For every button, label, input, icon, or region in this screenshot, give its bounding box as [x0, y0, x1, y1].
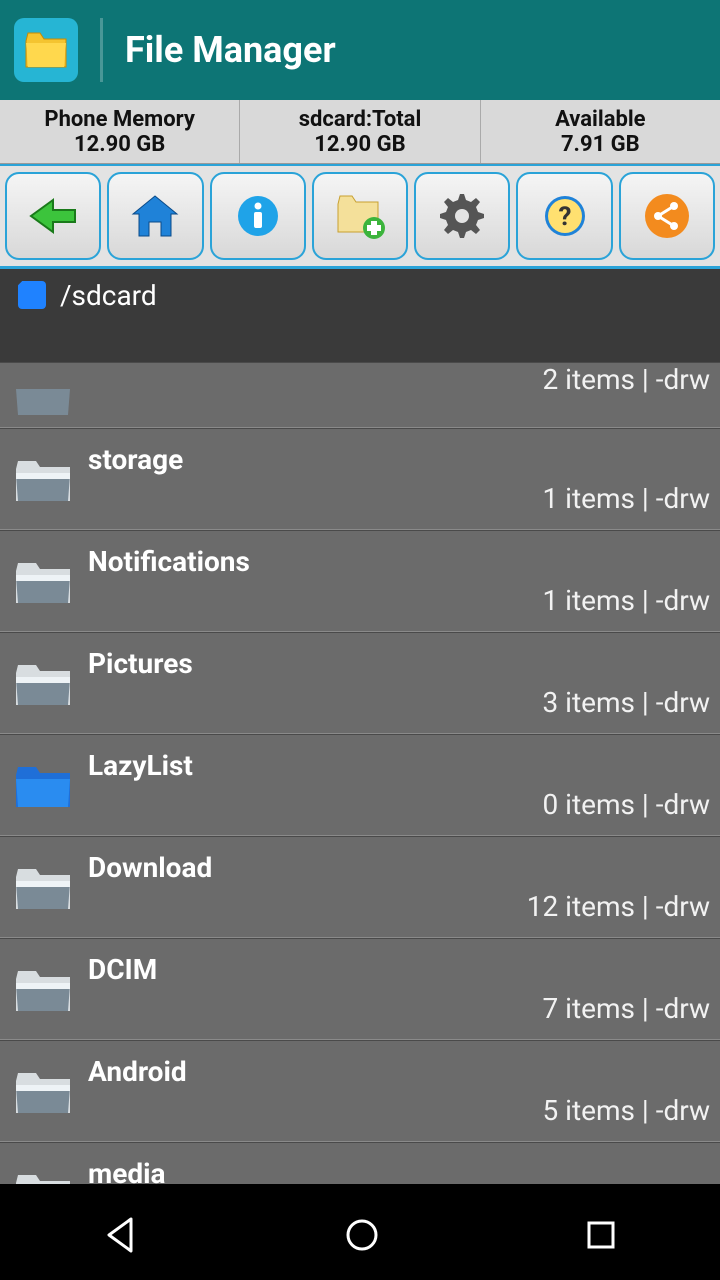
home-button[interactable]	[107, 172, 203, 260]
folder-icon	[12, 553, 74, 609]
file-meta: 3 items | -drw	[542, 686, 710, 719]
folder-icon	[12, 1165, 74, 1184]
help-button[interactable]: ?	[516, 172, 612, 260]
new-folder-icon	[334, 192, 386, 240]
file-name: LazyList	[88, 749, 710, 782]
file-row[interactable]: media2 items | -drw	[0, 1142, 720, 1184]
share-icon	[644, 193, 690, 239]
svg-text:?: ?	[558, 202, 571, 232]
file-name: media	[88, 1157, 710, 1184]
app-title: File Manager	[125, 29, 336, 71]
storage-bar: Phone Memory 12.90 GB sdcard:Total 12.90…	[0, 100, 720, 164]
file-meta: 2 items | -drw	[542, 363, 710, 396]
storage-value: 12.90 GB	[74, 132, 165, 157]
file-row[interactable]: Android 5 items | -drw	[0, 1040, 720, 1142]
storage-phone-memory[interactable]: Phone Memory 12.90 GB	[0, 100, 239, 163]
folder-blue-icon	[12, 757, 74, 813]
new-folder-button[interactable]	[312, 172, 408, 260]
storage-label: Phone Memory	[44, 107, 195, 132]
file-text: LazyList 0 items | -drw	[88, 749, 710, 821]
file-row[interactable]: Pictures 3 items | -drw	[0, 632, 720, 734]
back-button[interactable]	[5, 172, 101, 260]
file-name: Download	[88, 851, 710, 884]
app-header: File Manager	[0, 0, 720, 100]
storage-sdcard-total[interactable]: sdcard:Total 12.90 GB	[239, 100, 479, 163]
file-text: Pictures 3 items | -drw	[88, 647, 710, 719]
gear-icon	[437, 191, 487, 241]
file-meta: 1 items | -drw	[542, 584, 710, 617]
nav-back-button[interactable]	[101, 1215, 141, 1259]
file-row[interactable]: DCIM 7 items | -drw	[0, 938, 720, 1040]
folder-icon	[12, 1063, 74, 1119]
folder-icon	[12, 859, 74, 915]
home-icon	[129, 192, 181, 240]
file-row[interactable]: Notifications 1 items | -drw	[0, 530, 720, 632]
file-text: media2 items | -drw	[88, 1157, 710, 1184]
file-text: Android 5 items | -drw	[88, 1055, 710, 1127]
toolbar: ?	[0, 164, 720, 268]
settings-button[interactable]	[414, 172, 510, 260]
file-meta: 7 items | -drw	[542, 992, 710, 1025]
share-button[interactable]	[619, 172, 715, 260]
folder-icon	[12, 363, 74, 419]
file-text: Download 12 items | -drw	[88, 851, 710, 923]
app-icon	[14, 18, 78, 82]
file-list: 2 items | -drwstorage1 items | -drwNotif…	[0, 362, 720, 1184]
path-bar[interactable]: /sdcard	[0, 268, 720, 362]
file-text: DCIM 7 items | -drw	[88, 953, 710, 1025]
file-name: Pictures	[88, 647, 710, 680]
folder-icon	[12, 655, 74, 711]
file-name: DCIM	[88, 953, 710, 986]
info-icon	[236, 194, 280, 238]
nav-home-button[interactable]	[342, 1215, 382, 1259]
file-meta: 5 items | -drw	[542, 1094, 710, 1127]
file-text: storage 1 items | -drw	[88, 443, 710, 515]
file-meta: 0 items | -drw	[542, 788, 710, 821]
current-path: /sdcard	[60, 279, 157, 312]
storage-label: Available	[555, 107, 646, 132]
file-row[interactable]: 2 items | -drw	[0, 362, 720, 428]
file-meta: 1 items | -drw	[542, 482, 710, 515]
storage-available[interactable]: Available 7.91 GB	[480, 100, 720, 163]
help-icon: ?	[543, 194, 587, 238]
file-name: Notifications	[88, 545, 710, 578]
nav-recent-button[interactable]	[583, 1217, 619, 1257]
file-row[interactable]: storage 1 items | -drw	[0, 428, 720, 530]
sdcard-icon	[18, 281, 46, 309]
file-name: Android	[88, 1055, 710, 1088]
storage-label: sdcard:Total	[299, 107, 422, 132]
file-name: storage	[88, 443, 710, 476]
file-row[interactable]: LazyList 0 items | -drw	[0, 734, 720, 836]
system-nav-bar	[0, 1194, 720, 1280]
storage-value: 7.91 GB	[561, 132, 640, 157]
info-button[interactable]	[210, 172, 306, 260]
folder-icon	[12, 451, 74, 507]
storage-value: 12.90 GB	[314, 132, 405, 157]
file-text: Notifications 1 items | -drw	[88, 545, 710, 617]
arrow-left-icon	[25, 196, 81, 236]
file-row[interactable]: Download 12 items | -drw	[0, 836, 720, 938]
folder-icon	[12, 961, 74, 1017]
file-meta: 12 items | -drw	[527, 890, 710, 923]
file-text: 2 items | -drw	[88, 363, 710, 396]
header-divider	[100, 18, 103, 82]
